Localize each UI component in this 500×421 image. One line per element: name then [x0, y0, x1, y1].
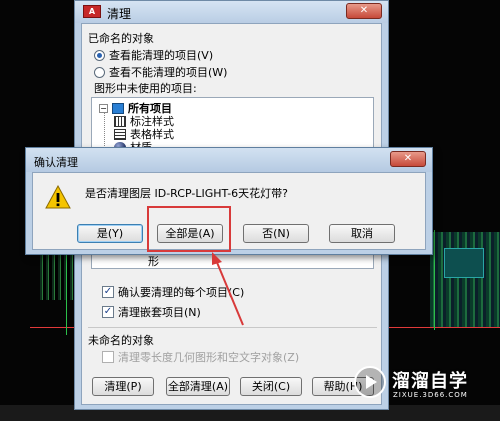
check-confirm-each[interactable]: ✓ 确认要清理的每个项目(C): [102, 284, 244, 300]
all-items-icon: [112, 102, 124, 114]
unnamed-objects-title: 未命名的对象: [88, 334, 154, 347]
purge-close-button[interactable]: ✕: [346, 3, 382, 19]
radio-view-not-purgeable-label: 查看不能清理的项目(W): [109, 66, 228, 79]
dimension-style-icon: [114, 115, 126, 127]
unused-items-title: 图形中未使用的项目:: [94, 82, 197, 95]
checkbox-unchecked-icon: [102, 351, 114, 363]
cad-component: [444, 248, 484, 278]
table-style-icon: [114, 128, 126, 140]
check-zero-length[interactable]: 清理零长度几何图形和空文字对象(Z): [102, 349, 299, 365]
confirm-message: 是否清理图层 ID-RCP-LIGHT-6天花灯带?: [85, 187, 288, 200]
divider: [88, 327, 377, 328]
watermark-brand: 溜溜自学: [392, 371, 468, 392]
play-icon: [366, 375, 377, 389]
cad-red-line: [388, 327, 500, 328]
annotation-highlight-box: [147, 206, 231, 252]
close-button[interactable]: 关闭(C): [240, 377, 302, 396]
radio-view-purgeable[interactable]: 查看能清理的项目(V): [94, 47, 213, 63]
radio-selected-icon: [94, 49, 105, 61]
no-button[interactable]: 否(N): [243, 224, 309, 243]
collapse-icon[interactable]: −: [99, 103, 108, 113]
checkbox-checked-icon: ✓: [102, 306, 114, 318]
radio-view-not-purgeable[interactable]: 查看不能清理的项目(W): [94, 64, 227, 80]
purge-dialog-title: 清理: [107, 7, 132, 21]
cad-green-line: [66, 255, 67, 335]
unused-items-tree[interactable]: − 所有项目 标注样式 表格样式 材质: [91, 97, 374, 153]
named-objects-title: 已命名的对象: [88, 32, 154, 45]
confirm-titlebar[interactable]: 确认清理 ✕: [26, 148, 432, 172]
cad-green-line: [434, 230, 435, 330]
purge-button[interactable]: 清理(P): [92, 377, 154, 396]
check-purge-nested-label: 清理嵌套项目(N): [118, 306, 201, 319]
radio-unselected-icon: [94, 66, 105, 78]
watermark-url: ZIXUE.3D66.COM: [393, 391, 468, 399]
checkbox-checked-icon: ✓: [102, 286, 114, 298]
purge-all-button[interactable]: 全部清理(A): [166, 377, 230, 396]
purge-titlebar[interactable]: A 清理 ✕: [75, 1, 388, 23]
radio-view-purgeable-label: 查看能清理的项目(V): [109, 49, 214, 62]
cancel-button[interactable]: 取消: [329, 224, 395, 243]
check-purge-nested[interactable]: ✓ 清理嵌套项目(N): [102, 304, 201, 320]
confirm-dialog-title: 确认清理: [34, 156, 78, 169]
check-zero-length-label: 清理零长度几何图形和空文字对象(Z): [118, 351, 300, 364]
confirm-close-button[interactable]: ✕: [390, 151, 426, 167]
tree-box-tail: 形: [91, 255, 374, 269]
yes-button[interactable]: 是(Y): [77, 224, 143, 243]
warning-icon: [45, 185, 71, 209]
cad-circuit-right: [430, 232, 500, 327]
autocad-app-icon: A: [83, 5, 101, 18]
tree-item-shapes[interactable]: 形: [148, 253, 159, 269]
check-confirm-each-label: 确认要清理的每个项目(C): [118, 286, 245, 299]
cad-red-line: [30, 327, 76, 328]
